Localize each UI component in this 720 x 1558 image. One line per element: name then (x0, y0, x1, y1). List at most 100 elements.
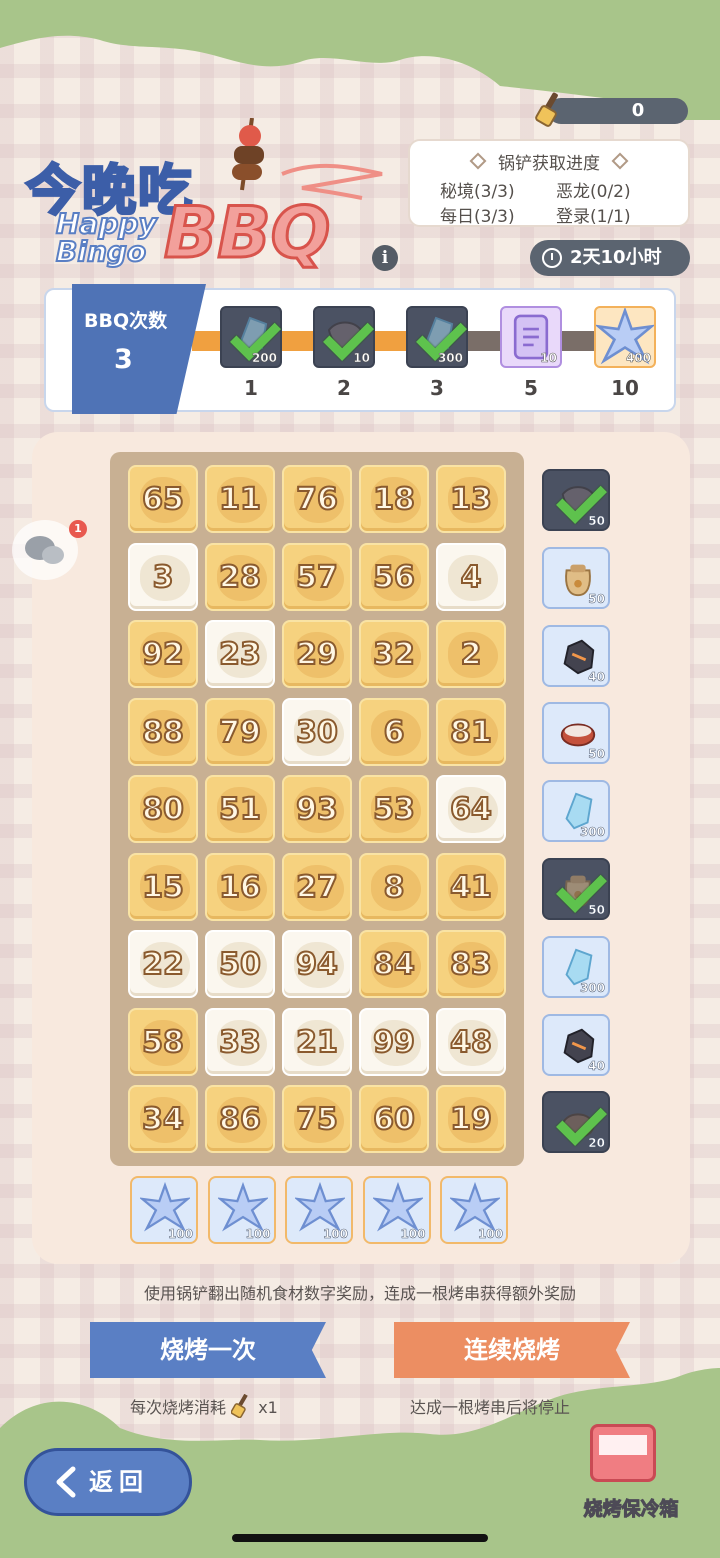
bingo-tile[interactable]: 50 (205, 930, 275, 998)
row-reward-amount: 40 (588, 669, 605, 684)
bingo-tile[interactable]: 23 (205, 620, 275, 688)
milestone-amount: 10 (353, 351, 370, 366)
back-button[interactable]: 返回 (24, 1448, 192, 1516)
row-reward[interactable]: 50 (542, 702, 610, 765)
chat-badge: 1 (69, 520, 87, 538)
tile-number: 27 (295, 869, 339, 906)
tile-number: 13 (449, 481, 493, 518)
tile-number: 22 (141, 946, 185, 983)
tile-number: 50 (218, 946, 262, 983)
column-reward[interactable]: 100 (285, 1176, 353, 1244)
bingo-tile[interactable]: 22 (128, 930, 198, 998)
tile-number: 56 (372, 559, 416, 596)
tile-number: 65 (141, 481, 185, 518)
bingo-tile[interactable]: 53 (359, 775, 429, 843)
bingo-tile[interactable]: 6 (359, 698, 429, 766)
column-reward[interactable]: 100 (362, 1176, 431, 1244)
info-icon[interactable]: i (372, 245, 398, 271)
bingo-tile[interactable]: 2 (436, 620, 506, 688)
tile-number: 76 (295, 481, 339, 518)
bingo-tile[interactable]: 79 (205, 698, 275, 766)
bingo-tile[interactable]: 75 (282, 1085, 352, 1153)
bingo-tile[interactable]: 18 (359, 465, 429, 533)
bingo-tile[interactable]: 58 (128, 1008, 198, 1076)
bingo-tile[interactable]: 32 (359, 620, 429, 688)
column-reward[interactable]: 100 (440, 1176, 508, 1244)
bingo-tile[interactable]: 51 (205, 775, 275, 843)
bingo-tile[interactable]: 4 (436, 543, 506, 611)
row-reward[interactable]: 300 (542, 935, 610, 998)
row-reward[interactable]: 50 (542, 469, 610, 531)
bingo-tile[interactable]: 65 (128, 465, 198, 533)
cooler-icon (590, 1424, 656, 1482)
milestone-reward[interactable]: 10 (500, 306, 562, 368)
bingo-tile[interactable]: 80 (128, 775, 198, 843)
tile-number: 28 (218, 559, 262, 596)
tile-number: 83 (449, 946, 493, 983)
tile-number: 58 (141, 1024, 185, 1061)
bingo-tile[interactable]: 88 (128, 698, 198, 766)
bingo-tile[interactable]: 29 (282, 620, 352, 688)
milestone-reward[interactable]: 200 (220, 306, 282, 368)
tile-number: 15 (141, 869, 185, 906)
bingo-tile[interactable]: 41 (436, 853, 506, 921)
row-reward[interactable]: 50 (542, 858, 610, 920)
bingo-tile[interactable]: 16 (205, 853, 275, 921)
event-timer: 2天10小时 (530, 240, 690, 276)
row-reward[interactable]: 40 (542, 1013, 610, 1076)
tile-number: 75 (295, 1101, 339, 1138)
row-reward[interactable]: 300 (542, 780, 610, 843)
milestone-reward[interactable]: 300 (406, 306, 468, 368)
bingo-tile[interactable]: 30 (282, 698, 352, 766)
row-reward[interactable]: 50 (542, 546, 610, 609)
milestone-reward[interactable]: 400 (594, 306, 656, 368)
bingo-tile[interactable]: 76 (282, 465, 352, 533)
progress-login: 登录(1/1) (556, 207, 631, 227)
bingo-tile[interactable]: 21 (282, 1008, 352, 1076)
tile-number: 3 (152, 559, 175, 596)
home-indicator (232, 1534, 488, 1542)
bingo-tile[interactable]: 99 (359, 1008, 429, 1076)
row-reward[interactable]: 20 (542, 1091, 610, 1154)
bingo-tile[interactable]: 8 (359, 853, 429, 921)
milestone-reward[interactable]: 10 (313, 306, 375, 368)
tile-number: 51 (218, 791, 262, 828)
bingo-tile[interactable]: 28 (205, 543, 275, 611)
bingo-tile[interactable]: 84 (359, 930, 429, 998)
bingo-tile[interactable]: 94 (282, 930, 352, 998)
bingo-tile[interactable]: 60 (359, 1085, 429, 1153)
bingo-tile[interactable]: 34 (128, 1085, 198, 1153)
milestone-amount: 300 (437, 351, 464, 366)
tile-number: 4 (460, 559, 483, 596)
milestone-threshold: 10 (611, 376, 639, 400)
tile-number: 30 (295, 714, 339, 751)
bingo-tile[interactable]: 19 (436, 1085, 506, 1153)
bingo-tile[interactable]: 86 (205, 1085, 275, 1153)
bingo-tile[interactable]: 27 (282, 853, 352, 921)
bingo-tile[interactable]: 83 (436, 930, 506, 998)
bingo-tile[interactable]: 3 (128, 543, 198, 611)
bingo-tile[interactable]: 15 (128, 853, 198, 921)
column-reward[interactable]: 100 (207, 1176, 276, 1244)
bbq-once-button[interactable]: 烧烤一次 (90, 1322, 326, 1378)
row-reward-amount: 40 (588, 1058, 605, 1073)
chat-button[interactable]: 1 (12, 520, 87, 580)
bingo-tile[interactable]: 11 (205, 465, 275, 533)
row-reward-amount: 300 (579, 825, 606, 840)
row-reward[interactable]: 40 (542, 624, 610, 687)
bingo-tile[interactable]: 33 (205, 1008, 275, 1076)
bbq-cooler-button[interactable]: 烧烤保冷箱 (566, 1424, 696, 1524)
bingo-tile[interactable]: 48 (436, 1008, 506, 1076)
row-reward-amount: 50 (588, 747, 605, 762)
bingo-tile[interactable]: 13 (436, 465, 506, 533)
bingo-tile[interactable]: 56 (359, 543, 429, 611)
column-reward[interactable]: 100 (130, 1176, 198, 1244)
bingo-tile[interactable]: 93 (282, 775, 352, 843)
tile-number: 18 (372, 481, 416, 518)
bbq-count-label: BBQ次数 (84, 310, 168, 332)
bingo-tile[interactable]: 92 (128, 620, 198, 688)
bbq-continuous-button[interactable]: 连续烧烤 (394, 1322, 630, 1378)
bingo-tile[interactable]: 64 (436, 775, 506, 843)
bingo-tile[interactable]: 57 (282, 543, 352, 611)
bingo-tile[interactable]: 81 (436, 698, 506, 766)
